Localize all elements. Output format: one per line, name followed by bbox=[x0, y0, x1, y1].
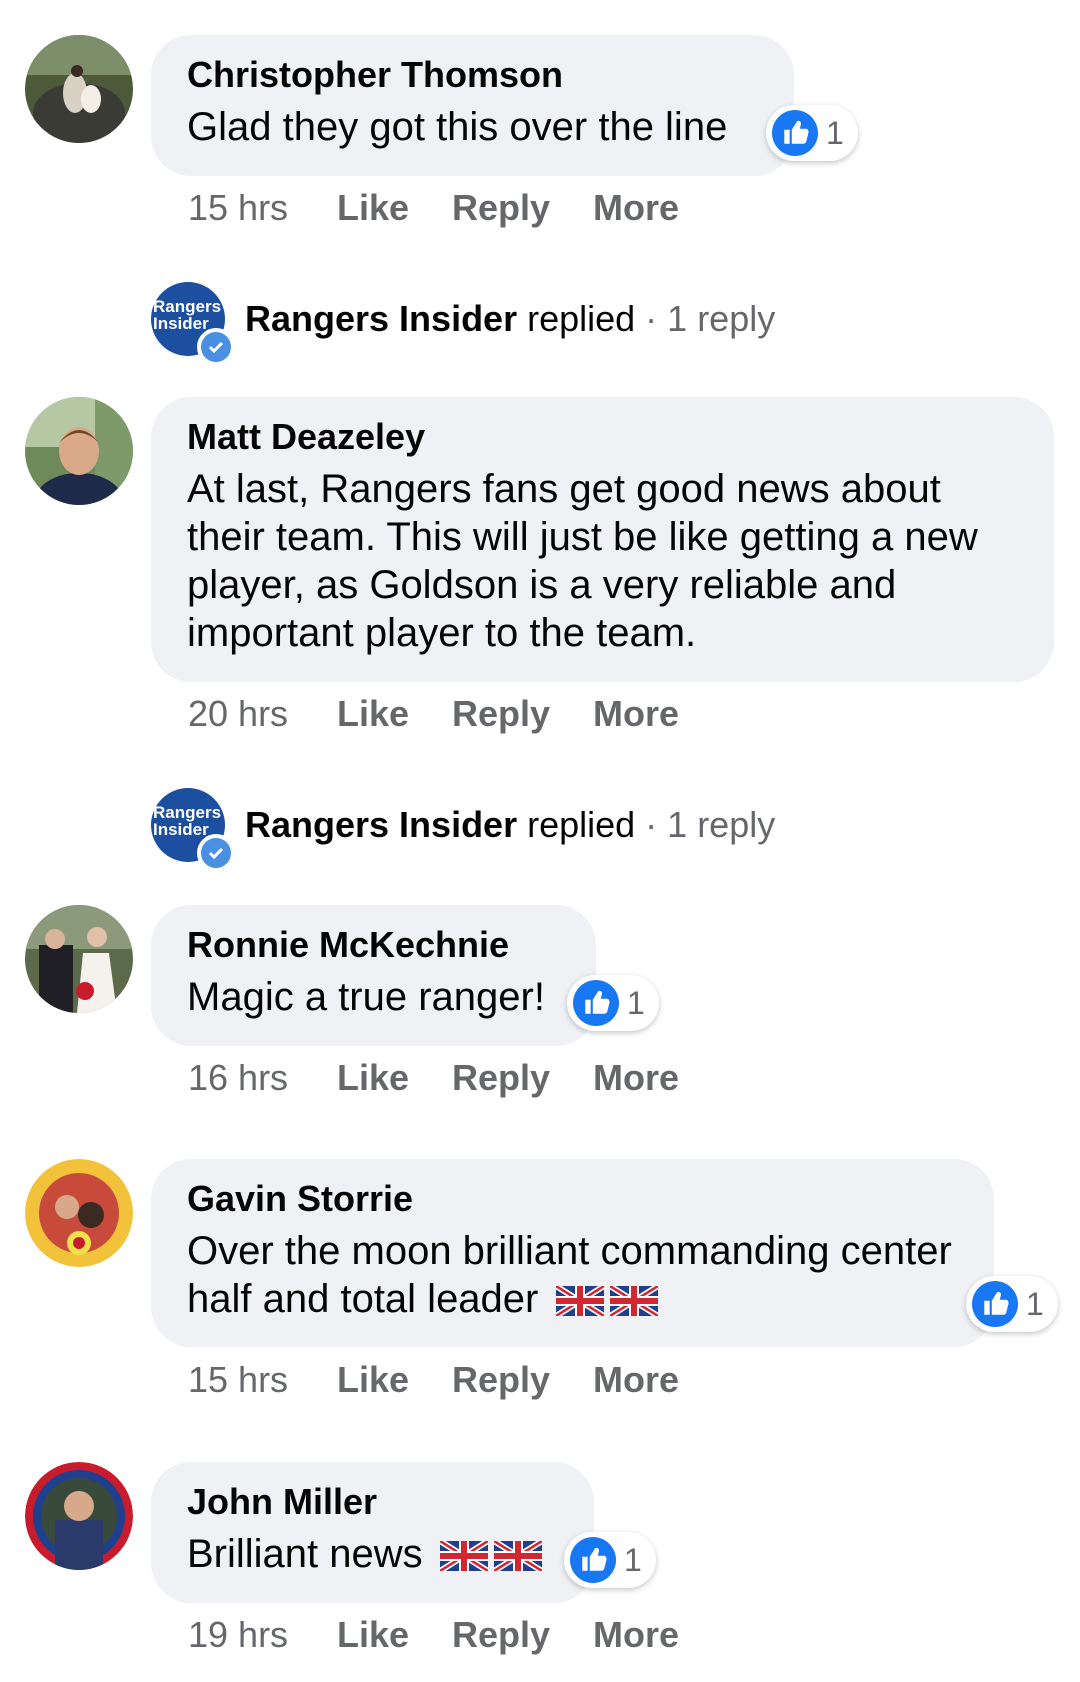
reply-button[interactable]: Reply bbox=[452, 187, 593, 229]
more-button[interactable]: More bbox=[593, 1614, 679, 1656]
like-button[interactable]: Like bbox=[337, 693, 452, 735]
reaction-summary[interactable]: 1 bbox=[567, 975, 659, 1031]
reply-count: 1 reply bbox=[667, 298, 776, 339]
comment-text: At last, Rangers fans get good news abou… bbox=[187, 467, 978, 655]
like-button[interactable]: Like bbox=[337, 1359, 452, 1401]
like-button[interactable]: Like bbox=[337, 1614, 452, 1656]
comment-bubble: Christopher Thomson Glad they got this o… bbox=[151, 35, 794, 176]
comment-actions: 20 hrs Like Reply More bbox=[188, 693, 679, 735]
thumbs-up-icon bbox=[570, 1537, 616, 1583]
comment-text: Over the moon brilliant commanding cente… bbox=[187, 1227, 958, 1323]
separator-dot: · bbox=[645, 298, 658, 339]
like-button[interactable]: Like bbox=[337, 187, 452, 229]
union-jack-flag-icon bbox=[494, 1541, 542, 1571]
separator-dot: · bbox=[645, 804, 658, 845]
reply-verb: replied bbox=[527, 804, 636, 845]
verified-check-icon bbox=[197, 328, 235, 366]
avatar[interactable] bbox=[25, 1159, 133, 1267]
page-avatar-label: Rangers Insider bbox=[153, 297, 222, 333]
comment-bubble: Ronnie McKechnie Magic a true ranger! bbox=[151, 905, 596, 1046]
reaction-count: 1 bbox=[1026, 1285, 1044, 1322]
verified-check-icon bbox=[197, 834, 235, 872]
comment-bubble: Gavin Storrie Over the moon brilliant co… bbox=[151, 1159, 994, 1347]
like-button[interactable]: Like bbox=[337, 1057, 452, 1099]
replies-link[interactable]: Rangers Insider Rangers Insider replied … bbox=[151, 788, 776, 872]
reply-button[interactable]: Reply bbox=[452, 1057, 593, 1099]
comment-bubble: John Miller Brilliant news bbox=[151, 1462, 594, 1603]
reply-count: 1 reply bbox=[667, 804, 776, 845]
avatar[interactable] bbox=[25, 905, 133, 1013]
comment-text: Glad they got this over the line bbox=[187, 105, 728, 149]
reaction-count: 1 bbox=[627, 984, 645, 1021]
reaction-summary[interactable]: 1 bbox=[766, 105, 858, 161]
reaction-count: 1 bbox=[826, 114, 844, 151]
comment-text: Brilliant news bbox=[187, 1530, 558, 1578]
thumbs-up-icon bbox=[972, 1281, 1018, 1327]
comment-bubble: Matt Deazeley At last, Rangers fans get … bbox=[151, 397, 1054, 682]
union-jack-flag-icon bbox=[440, 1541, 488, 1571]
reaction-count: 1 bbox=[624, 1541, 642, 1578]
reply-button[interactable]: Reply bbox=[452, 1359, 593, 1401]
thumbs-up-icon bbox=[772, 110, 818, 156]
thumbs-up-icon bbox=[573, 980, 619, 1026]
comment-timestamp[interactable]: 19 hrs bbox=[188, 1614, 337, 1656]
comment-timestamp[interactable]: 15 hrs bbox=[188, 1359, 337, 1401]
more-button[interactable]: More bbox=[593, 1359, 679, 1401]
comment-timestamp[interactable]: 20 hrs bbox=[188, 693, 337, 735]
page-avatar: Rangers Insider bbox=[151, 282, 235, 366]
comment-author[interactable]: Christopher Thomson bbox=[187, 53, 758, 97]
comment-text: Magic a true ranger! bbox=[187, 975, 545, 1019]
reply-button[interactable]: Reply bbox=[452, 1614, 593, 1656]
comment-text-content: Brilliant news bbox=[187, 1532, 423, 1576]
more-button[interactable]: More bbox=[593, 1057, 679, 1099]
comment-timestamp[interactable]: 15 hrs bbox=[188, 187, 337, 229]
reaction-summary[interactable]: 1 bbox=[564, 1532, 656, 1588]
avatar[interactable] bbox=[25, 397, 133, 505]
comment-thread: Christopher Thomson Glad they got this o… bbox=[0, 0, 1080, 1682]
reply-button[interactable]: Reply bbox=[452, 693, 593, 735]
comment-actions: 19 hrs Like Reply More bbox=[188, 1614, 679, 1656]
reply-author: Rangers Insider bbox=[245, 298, 518, 339]
replies-link[interactable]: Rangers Insider Rangers Insider replied … bbox=[151, 282, 776, 366]
reply-author: Rangers Insider bbox=[245, 804, 518, 845]
comment-author[interactable]: John Miller bbox=[187, 1480, 558, 1524]
more-button[interactable]: More bbox=[593, 693, 679, 735]
union-jack-flag-icon bbox=[556, 1286, 604, 1316]
comment-author[interactable]: Ronnie McKechnie bbox=[187, 923, 560, 967]
avatar[interactable] bbox=[25, 35, 133, 143]
union-jack-flag-icon bbox=[610, 1286, 658, 1316]
comment-actions: 15 hrs Like Reply More bbox=[188, 1359, 679, 1401]
comment-actions: 15 hrs Like Reply More bbox=[188, 187, 679, 229]
comment-author[interactable]: Gavin Storrie bbox=[187, 1177, 958, 1221]
page-avatar-label: Rangers Insider bbox=[153, 803, 222, 839]
avatar[interactable] bbox=[25, 1462, 133, 1570]
comment-actions: 16 hrs Like Reply More bbox=[188, 1057, 679, 1099]
more-button[interactable]: More bbox=[593, 187, 679, 229]
reaction-summary[interactable]: 1 bbox=[966, 1276, 1058, 1332]
comment-author[interactable]: Matt Deazeley bbox=[187, 415, 1018, 459]
reply-verb: replied bbox=[527, 298, 636, 339]
comment-timestamp[interactable]: 16 hrs bbox=[188, 1057, 337, 1099]
page-avatar: Rangers Insider bbox=[151, 788, 235, 872]
